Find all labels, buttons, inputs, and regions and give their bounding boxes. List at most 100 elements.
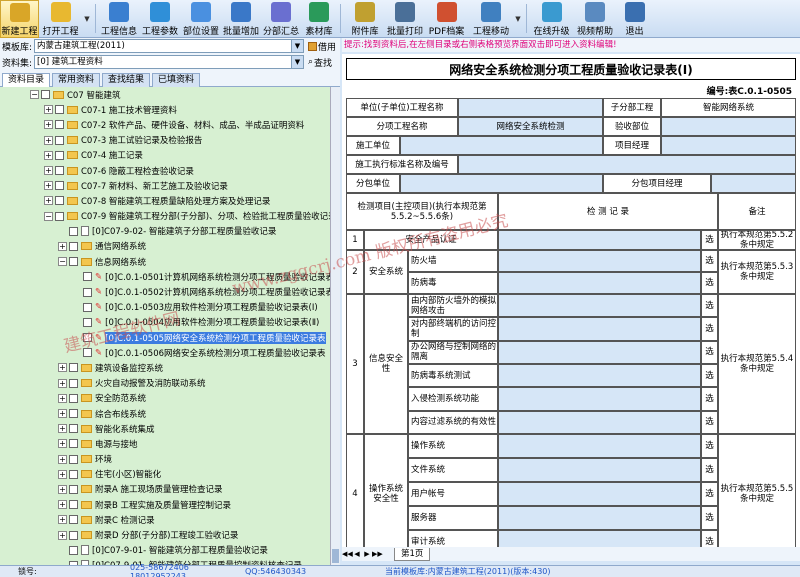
tree-node[interactable]: + 综合布线系统: [0, 406, 330, 421]
tree-checkbox[interactable]: [55, 166, 64, 176]
dropdown-arrow-icon[interactable]: ▼: [82, 0, 92, 37]
tree-checkbox[interactable]: [83, 333, 92, 343]
expand-icon[interactable]: +: [58, 454, 67, 464]
check-record[interactable]: [498, 230, 701, 250]
tree-checkbox[interactable]: [83, 302, 92, 312]
check-record[interactable]: [498, 294, 701, 318]
expand-icon[interactable]: +: [58, 363, 67, 373]
expand-icon[interactable]: +: [58, 393, 67, 403]
toolbar-button[interactable]: PDF档案: [424, 0, 469, 38]
last-sheet-icon[interactable]: ▶▶: [372, 550, 383, 558]
toolbar-button[interactable]: 素材库: [301, 0, 337, 38]
tree-node[interactable]: ✎ [0]C.0.1-0501计算机网络系统检测分项工程质量验收记录表: [0, 269, 330, 284]
tab-0[interactable]: 资料目录: [2, 73, 51, 87]
sub-value[interactable]: [400, 174, 603, 193]
expand-icon[interactable]: +: [58, 378, 67, 388]
tree-checkbox[interactable]: [69, 439, 78, 449]
toolbar-button[interactable]: 部位设置: [181, 0, 221, 38]
borrow-button[interactable]: 借用: [308, 40, 336, 53]
select-button[interactable]: 选: [701, 458, 718, 482]
construct-value[interactable]: [400, 136, 603, 155]
check-record[interactable]: [498, 364, 701, 388]
tree-checkbox[interactable]: [55, 120, 64, 130]
tree-checkbox[interactable]: [69, 469, 78, 479]
tree-checkbox[interactable]: [69, 257, 78, 267]
tree-checkbox[interactable]: [83, 317, 92, 327]
tree-checkbox[interactable]: [69, 226, 78, 236]
next-sheet-icon[interactable]: ▶: [362, 550, 372, 558]
toolbar-button[interactable]: 工程参数: [139, 0, 181, 38]
select-button[interactable]: 选: [701, 340, 718, 364]
tree-node[interactable]: − C07-9 智能建筑工程分部(子分部)、分项、检验批工程质量验收记录: [0, 209, 330, 224]
check-record[interactable]: [498, 410, 701, 434]
check-record[interactable]: [498, 340, 701, 364]
tree-node[interactable]: ✎ [0]C.0.1-0506网络安全系统检测分项工程质量验收记录表: [0, 345, 330, 360]
select-button[interactable]: 选: [701, 294, 718, 318]
toolbar-button[interactable]: 新建工程: [0, 0, 39, 38]
dropdown-arrow-icon[interactable]: ▼: [513, 0, 523, 37]
select-button[interactable]: 选: [701, 530, 718, 547]
chevron-down-icon[interactable]: ▼: [291, 40, 303, 52]
expand-icon[interactable]: +: [58, 409, 67, 419]
toolbar-button[interactable]: 在线升级: [530, 0, 573, 38]
check-record[interactable]: [498, 506, 701, 530]
toolbar-button[interactable]: 退出: [617, 0, 652, 38]
tree-checkbox[interactable]: [69, 393, 78, 403]
check-record[interactable]: [498, 530, 701, 547]
tree-node[interactable]: + 建筑设备监控系统: [0, 360, 330, 375]
tree-checkbox[interactable]: [83, 272, 92, 282]
tree-node[interactable]: [0]C07-9-01- 智能建筑分部工程质量验收记录: [0, 543, 330, 558]
check-record[interactable]: [498, 272, 701, 294]
tree-node[interactable]: + C07-6 隐蔽工程检查验收记录: [0, 163, 330, 178]
check-record[interactable]: [498, 250, 701, 272]
check-record[interactable]: [498, 317, 701, 341]
select-button[interactable]: 选: [701, 482, 718, 506]
toolbar-button[interactable]: 视频帮助: [573, 0, 617, 38]
expand-icon[interactable]: +: [58, 424, 67, 434]
tree-node[interactable]: + 安全防范系统: [0, 391, 330, 406]
check-record[interactable]: [498, 387, 701, 411]
tree-node[interactable]: ✎ [0]C.0.1-0505网络安全系统检测分项工程质量验收记录表: [0, 330, 330, 345]
tree-node[interactable]: + 附录B 工程实施及质量管理控制记录: [0, 497, 330, 512]
chevron-down-icon[interactable]: ▼: [291, 56, 303, 68]
tree-node[interactable]: − 信息网络系统: [0, 254, 330, 269]
tree-checkbox[interactable]: [69, 378, 78, 388]
expand-icon[interactable]: +: [58, 469, 67, 479]
tree-checkbox[interactable]: [83, 287, 92, 297]
tree-node[interactable]: + 通信网络系统: [0, 239, 330, 254]
expand-icon[interactable]: +: [44, 105, 53, 115]
toolbar-button[interactable]: 工程信息: [99, 0, 139, 38]
tree-node[interactable]: + 住宅(小区)智能化: [0, 467, 330, 482]
expand-icon[interactable]: +: [58, 500, 67, 510]
tree-node[interactable]: + 附录A 施工现场质量管理检查记录: [0, 482, 330, 497]
tree-node[interactable]: + C07-3 施工试验记录及检验报告: [0, 133, 330, 148]
sheet-tab[interactable]: 第1页: [394, 547, 431, 561]
form-preview[interactable]: 网络安全系统检测分项工程质量验收记录表(Ⅰ) 编号:表C.0.1-0505 单位…: [342, 54, 800, 547]
select-button[interactable]: 选: [701, 364, 718, 388]
tree-node[interactable]: + C07-7 新材料、新工艺施工及验收记录: [0, 178, 330, 193]
tree-node[interactable]: ✎ [0]C.0.1-0504应用软件检测分项工程质量验收记录表(Ⅱ): [0, 315, 330, 330]
check-record[interactable]: [498, 458, 701, 482]
toolbar-button[interactable]: 附件库: [344, 0, 386, 38]
tree-checkbox[interactable]: [69, 454, 78, 464]
library-select[interactable]: [0] 建筑工程资料 ▼: [34, 55, 304, 69]
tree-node[interactable]: + 智能化系统集成: [0, 421, 330, 436]
standard-value[interactable]: [458, 155, 796, 174]
template-select[interactable]: 内蒙古建筑工程(2011) ▼: [34, 39, 304, 53]
select-button[interactable]: 选: [701, 317, 718, 341]
pm-value[interactable]: [661, 136, 796, 155]
tree-node[interactable]: + 环境: [0, 452, 330, 467]
expand-icon[interactable]: +: [58, 515, 67, 525]
select-button[interactable]: 选: [701, 230, 718, 250]
collapse-icon[interactable]: −: [58, 257, 67, 267]
search-button[interactable]: ⌕ 查找: [308, 56, 332, 69]
tree-checkbox[interactable]: [55, 150, 64, 160]
expand-icon[interactable]: +: [58, 484, 67, 494]
check-record[interactable]: [498, 482, 701, 506]
toolbar-button[interactable]: 批量增加: [221, 0, 261, 38]
tab-3[interactable]: 已填资料: [152, 73, 201, 87]
tree-checkbox[interactable]: [55, 196, 64, 206]
select-button[interactable]: 选: [701, 272, 718, 294]
tree-checkbox[interactable]: [69, 363, 78, 373]
toolbar-button[interactable]: 批量打印: [386, 0, 424, 38]
